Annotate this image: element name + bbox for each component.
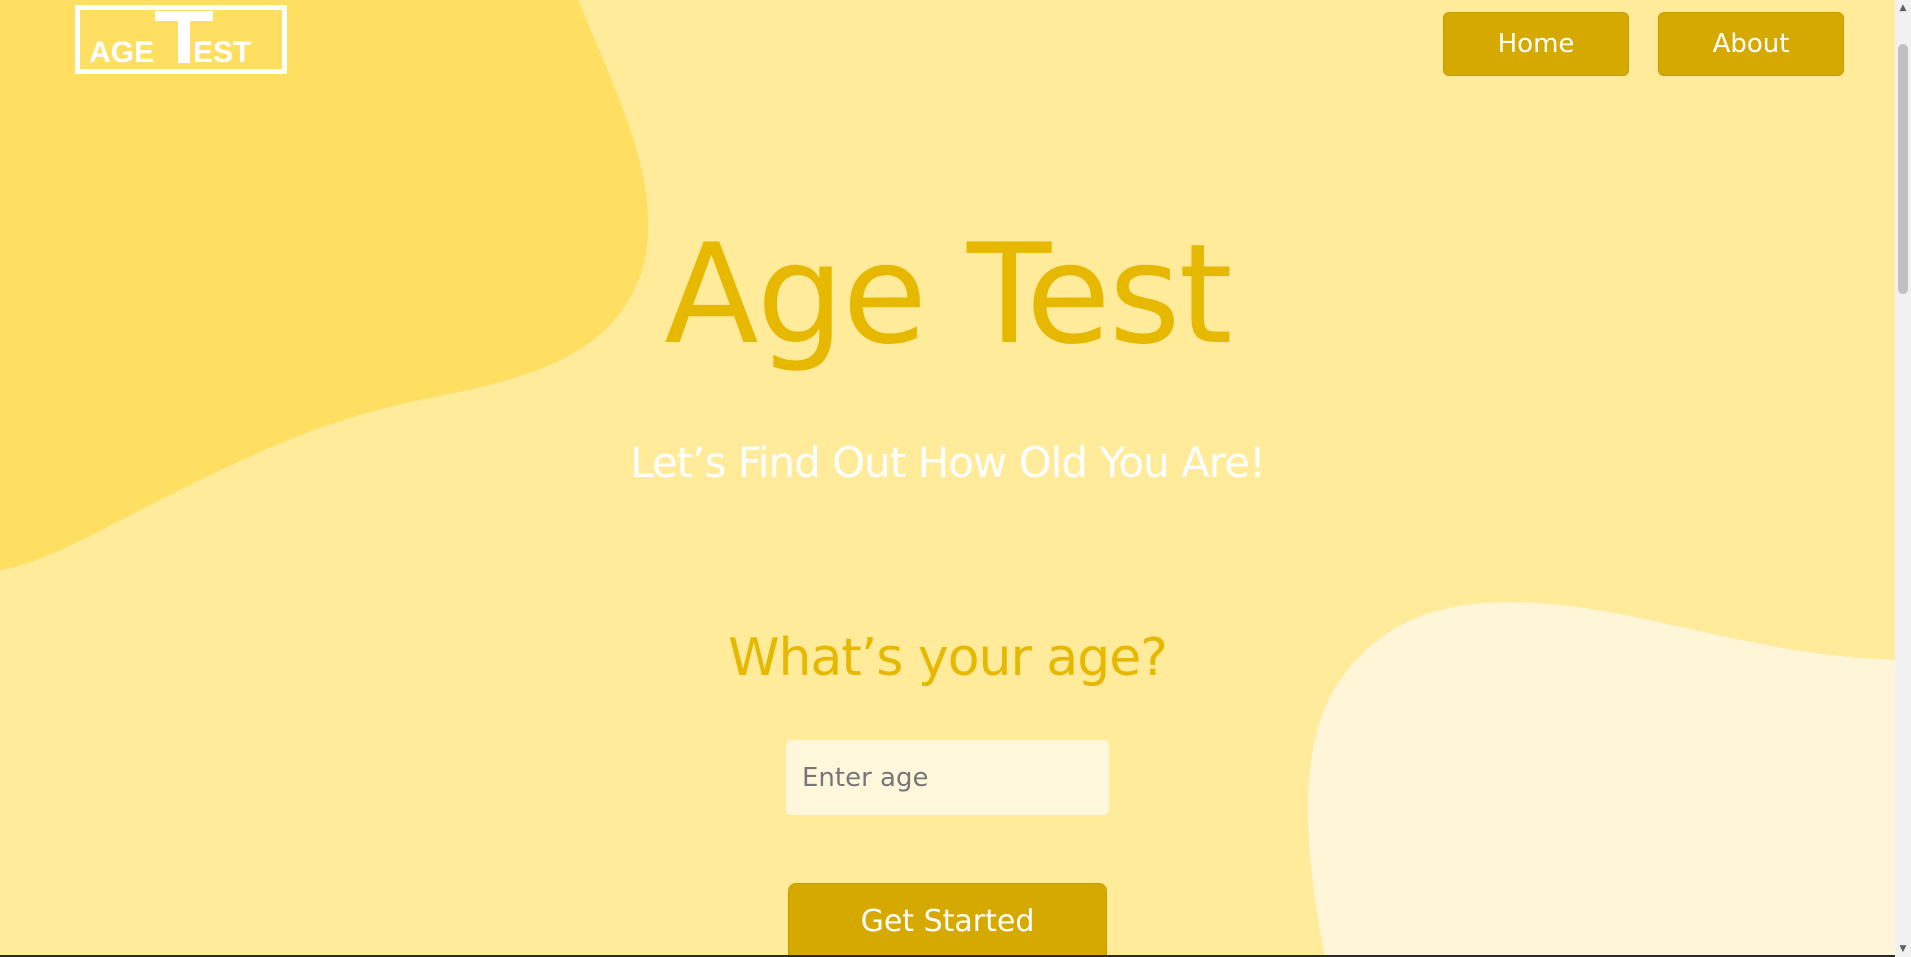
- age-question-heading: What’s your age?: [728, 628, 1168, 688]
- agetest-logo: AGE EST: [75, 5, 287, 74]
- nav-about-button[interactable]: About: [1658, 12, 1844, 76]
- nav-home-button[interactable]: Home: [1443, 12, 1629, 76]
- age-input[interactable]: [786, 740, 1109, 815]
- svg-text:EST: EST: [193, 36, 251, 69]
- page: AGE EST Home About Age Test Let’s Find O…: [0, 0, 1911, 957]
- vertical-scrollbar[interactable]: ▲ ▼: [1895, 0, 1911, 957]
- page-title: Age Test: [664, 214, 1233, 375]
- scroll-up-arrow-icon[interactable]: ▲: [1895, 0, 1911, 16]
- page-subtitle: Let’s Find Out How Old You Are!: [630, 438, 1266, 487]
- scrollbar-thumb[interactable]: [1898, 44, 1908, 294]
- get-started-button[interactable]: Get Started: [788, 883, 1107, 957]
- scroll-down-arrow-icon[interactable]: ▼: [1895, 941, 1911, 957]
- svg-text:AGE: AGE: [89, 36, 154, 69]
